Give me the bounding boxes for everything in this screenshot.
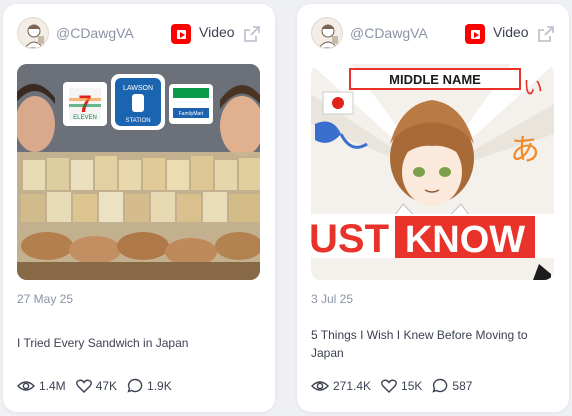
engagement-stats: 271.4K 15K 587 [311,378,482,393]
video-thumbnail[interactable]: 7 ELEVEN LAWSON STATION FamilyMart [17,64,260,280]
eye-icon [17,380,35,391]
thumb-text: ELEVEN [73,115,97,121]
thumb-text: KNOW [405,219,525,261]
views-count: 1.4M [39,378,66,393]
comments-stat: 1.9K [127,378,172,393]
video-title[interactable]: 5 Things I Wish I Knew Before Moving to … [311,326,551,362]
thumb-text: あ [510,133,540,168]
thumbnail-image: 7 ELEVEN LAWSON STATION FamilyMart [17,64,260,280]
youtube-icon [465,24,485,44]
views-stat: 271.4K [311,379,371,393]
author-handle[interactable]: @CDawgVA [350,25,428,41]
author-handle[interactable]: @CDawgVA [56,25,134,41]
thumb-text: STATION [125,118,150,124]
comments-count: 1.9K [147,378,172,393]
likes-count: 15K [401,378,423,393]
comments-stat: 587 [432,378,472,393]
youtube-icon [171,24,191,44]
thumbnail-image: MIDDLE NAME い あ UST KNOW [311,64,554,280]
views-stat: 1.4M [17,379,66,393]
likes-count: 47K [95,378,118,393]
heart-icon [381,379,398,393]
thumb-text: LAWSON [123,85,153,92]
thumb-text: い [523,75,543,99]
author-avatar[interactable] [17,17,49,49]
content-type-label: Video [199,24,235,40]
comments-count: 587 [452,378,473,393]
likes-stat: 47K [75,378,118,393]
video-thumbnail[interactable]: MIDDLE NAME い あ UST KNOW [311,64,554,280]
thumb-text: FamilyMart [179,111,204,117]
eye-icon [311,380,329,391]
video-card[interactable]: @CDawgVA Video MIDDLE NAME い あ UST KNOW … [297,4,569,412]
likes-stat: 15K [381,379,422,393]
author-avatar[interactable] [311,17,343,49]
video-card[interactable]: @CDawgVA Video 7 ELEVEN LAWSON [3,4,275,412]
publish-date: 27 May 25 [17,292,74,306]
external-link-icon[interactable] [243,25,261,43]
heart-icon [75,379,92,393]
external-link-icon[interactable] [537,25,555,43]
thumb-text: UST [311,217,389,261]
publish-date: 3 Jul 25 [311,292,354,306]
views-count: 271.4K [333,378,372,393]
engagement-stats: 1.4M 47K 1.9K [17,378,182,393]
comment-icon [432,378,448,393]
comment-icon [127,378,143,393]
video-title[interactable]: I Tried Every Sandwich in Japan [17,334,257,352]
content-type-label: Video [493,24,529,40]
thumb-text: MIDDLE NAME [389,72,481,87]
